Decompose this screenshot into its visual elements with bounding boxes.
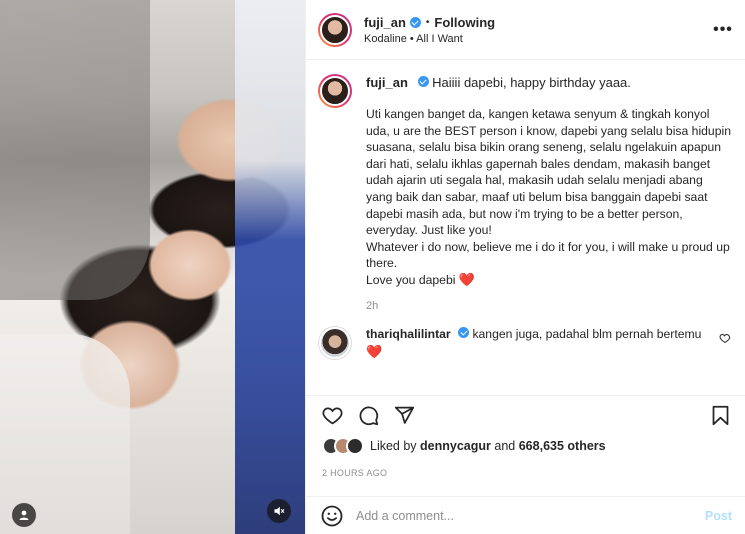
red-heart-emoji-icon: ❤️	[458, 271, 476, 287]
liker-avatar[interactable]	[346, 437, 364, 455]
speech-bubble-icon	[359, 406, 378, 426]
tagged-users-button[interactable]	[12, 503, 36, 527]
commenter-avatar[interactable]	[318, 325, 352, 360]
verified-badge-icon	[409, 16, 421, 28]
post-timestamp[interactable]: 2 HOURS AGO	[322, 468, 387, 478]
comment-button[interactable]	[356, 404, 380, 428]
verified-badge-icon	[417, 76, 429, 87]
post-header: fuji_an • Following Kodaline • All I Wan…	[306, 0, 745, 60]
action-bar	[306, 395, 745, 435]
author-username[interactable]: fuji_an	[364, 15, 406, 30]
commenter-username[interactable]: thariqhalilintar	[366, 327, 451, 341]
verified-badge-icon	[458, 326, 470, 338]
comment-like-heart-icon[interactable]	[719, 332, 731, 344]
red-heart-emoji-icon: ❤️	[366, 343, 383, 359]
bookmark-icon	[712, 405, 728, 426]
muted-speaker-icon	[274, 506, 285, 516]
post-media[interactable]	[0, 0, 305, 534]
caption-author-avatar[interactable]	[318, 74, 352, 108]
user-icon	[19, 510, 29, 520]
caption-paragraph: Uti kangen banget da, kangen ketawa seny…	[366, 107, 731, 238]
caption-closing: Love you dapebi	[366, 272, 456, 287]
caption-text: Uti kangen banget da, kangen ketawa seny…	[366, 106, 731, 289]
post-comment-button[interactable]: Post	[705, 509, 732, 523]
share-button[interactable]	[392, 404, 416, 428]
smiley-icon[interactable]	[320, 504, 344, 528]
likes-and: and	[494, 439, 516, 453]
likes-prefix: Liked by	[370, 439, 417, 453]
likes-summary: Liked by dennycagur and 668,635 others	[322, 437, 606, 455]
comment-input[interactable]	[356, 508, 705, 523]
likes-count[interactable]: 668,635 others	[519, 439, 606, 453]
photo-suit-area	[0, 0, 150, 300]
more-options-icon[interactable]: •••	[713, 21, 733, 39]
caption-username[interactable]: fuji_an	[366, 75, 408, 90]
liker-avatars	[322, 437, 364, 455]
caption: fuji_an Haiiii dapebi, happy birthday ya…	[318, 74, 731, 312]
comments-section: fuji_an Haiiii dapebi, happy birthday ya…	[306, 60, 745, 395]
mute-button[interactable]	[267, 499, 291, 523]
post-details-panel: fuji_an • Following Kodaline • All I Wan…	[305, 0, 745, 534]
photo-background-window	[235, 0, 305, 534]
author-avatar[interactable]	[318, 12, 352, 47]
like-button[interactable]	[320, 404, 344, 428]
paper-plane-icon	[394, 406, 414, 424]
audio-track-link[interactable]: Kodaline • All I Want	[364, 33, 713, 45]
heart-outline-icon	[322, 407, 342, 425]
caption-greeting: Haiiii dapebi, happy birthday yaaa.	[432, 75, 631, 90]
following-button[interactable]: Following	[434, 15, 495, 30]
separator-dot: •	[425, 16, 430, 28]
add-comment-bar: Post	[306, 496, 745, 534]
save-button[interactable]	[708, 404, 732, 428]
caption-paragraph: Whatever i do now, believe me i do it fo…	[366, 239, 730, 271]
comment-item: thariqhalilintar kangen juga, padahal bl…	[318, 325, 731, 361]
comment-text: kangen juga, padahal blm pernah bertemu	[472, 326, 702, 341]
liker-username[interactable]: dennycagur	[420, 439, 491, 453]
caption-timestamp[interactable]: 2h	[366, 300, 731, 312]
